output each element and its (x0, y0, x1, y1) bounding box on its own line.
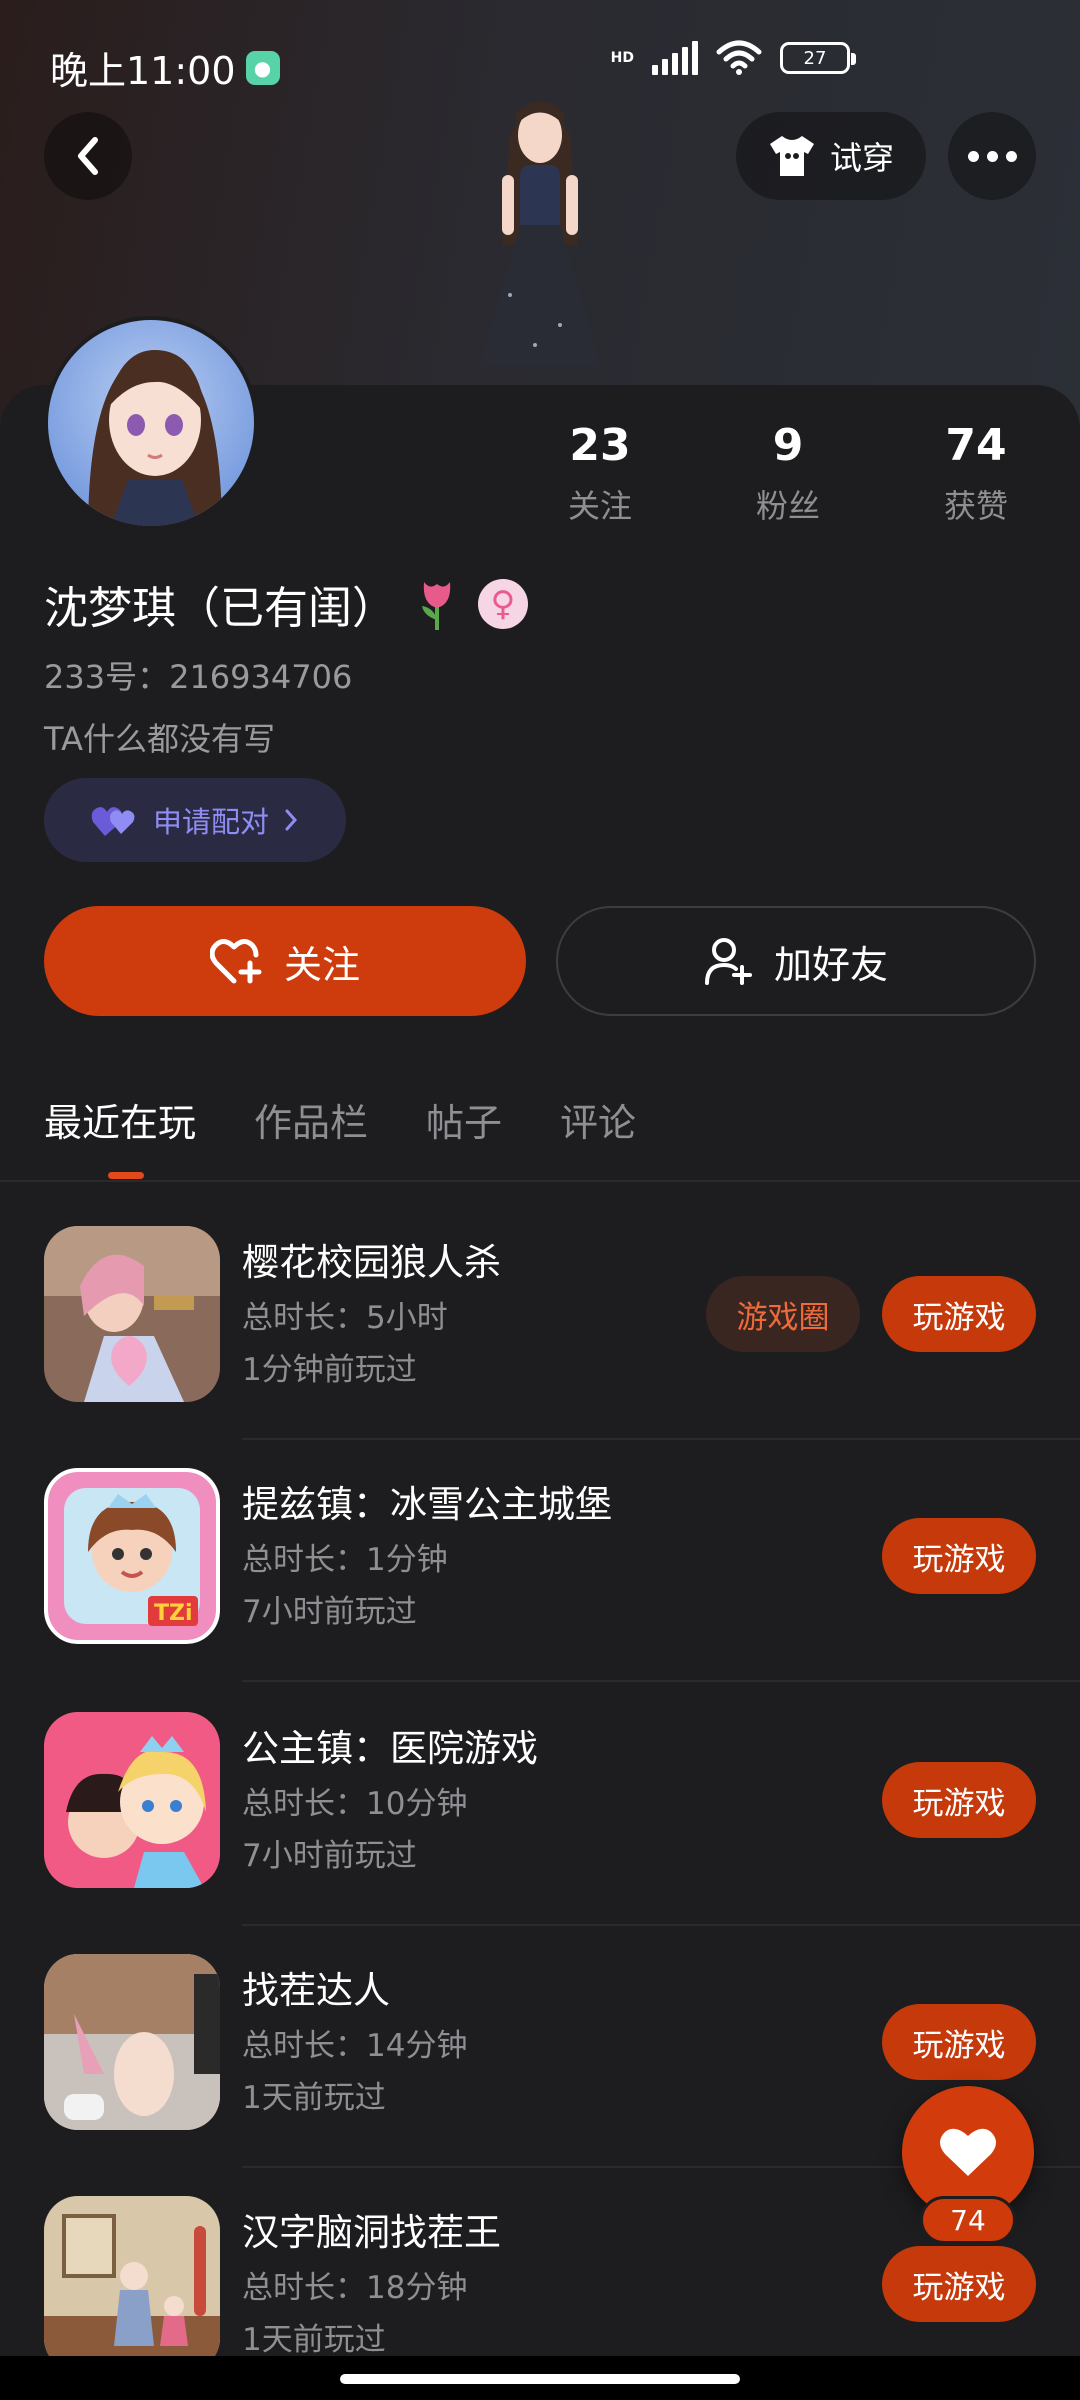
game-thumbnail (44, 1954, 220, 2130)
signal-icon (652, 41, 698, 75)
game-duration: 总时长：1分钟 (242, 1542, 448, 1578)
game-last-played: 7小时前玩过 (242, 1838, 417, 1874)
play-game-button[interactable]: 玩游戏 (882, 2004, 1036, 2080)
game-thumbnail (44, 1712, 220, 1888)
heart-plus-icon (209, 939, 262, 984)
profile-name: 沈梦琪（已有闺） (44, 583, 396, 634)
status-time-text: 晚上11:00 (50, 49, 236, 93)
list-separator (242, 1438, 1080, 1440)
game-thumbnail: TZi (44, 1468, 220, 1644)
tshirt-icon (769, 136, 814, 176)
game-duration: 总时长：10分钟 (242, 1786, 468, 1822)
game-last-played: 7小时前玩过 (242, 1594, 417, 1630)
game-title: 公主镇：医院游戏 (242, 1727, 538, 1770)
try-on-label: 试穿 (829, 139, 894, 177)
follow-button[interactable]: 关注 (44, 906, 526, 1016)
game-duration: 总时长：18分钟 (242, 2270, 468, 2306)
stat-likes-label: 获赞 (943, 487, 1008, 525)
stat-followers-label: 粉丝 (755, 487, 820, 525)
profile-tabs: 最近在玩 作品栏 帖子 评论 (44, 1092, 636, 1179)
add-friend-label: 加好友 (773, 942, 888, 987)
tab-works[interactable]: 作品栏 (254, 1092, 368, 1147)
add-friend-button[interactable]: 加好友 (556, 906, 1036, 1016)
notification-app-icon: ● (245, 50, 280, 85)
profile-avatar[interactable] (44, 316, 258, 530)
game-title: 找茬达人 (242, 1969, 390, 2012)
game-circle-button[interactable]: 游戏圈 (706, 1276, 860, 1352)
like-count-badge: 74 (920, 2196, 1016, 2244)
follow-label: 关注 (283, 942, 360, 987)
play-game-button[interactable]: 玩游戏 (882, 1762, 1036, 1838)
tab-comments[interactable]: 评论 (560, 1092, 636, 1147)
home-indicator[interactable] (340, 2374, 740, 2384)
tab-divider (0, 1180, 1080, 1182)
stat-likes-count: 74 (945, 420, 1007, 471)
game-list-item[interactable]: TZi 提兹镇：冰雪公主城堡 总时长：1分钟 7小时前玩过 玩游戏 (0, 1468, 1080, 1710)
battery-level: 27 (803, 47, 827, 69)
tab-recently-played[interactable]: 最近在玩 (44, 1092, 196, 1179)
list-separator (242, 1924, 1080, 1926)
profile-bio: TA什么都没有写 (44, 720, 275, 758)
profile-name-row: 沈梦琪（已有闺） ♀ (44, 572, 528, 636)
apply-pair-label: 申请配对 (152, 805, 269, 839)
profile-uid: 233号：216934706 (44, 658, 353, 696)
play-game-button[interactable]: 玩游戏 (882, 1276, 1036, 1352)
stat-following[interactable]: 23 关注 (520, 420, 680, 527)
more-dots-icon (967, 150, 979, 162)
back-button[interactable] (44, 112, 132, 200)
game-last-played: 1天前玩过 (242, 2322, 386, 2358)
heart-icon (940, 2128, 996, 2176)
list-separator (242, 1680, 1080, 1682)
stat-likes[interactable]: 74 获赞 (896, 420, 1056, 527)
avatar-figure-image (480, 101, 600, 365)
stat-following-count: 23 (569, 420, 631, 471)
try-on-button[interactable]: 试穿 (736, 112, 926, 200)
tulip-icon (422, 582, 451, 630)
stat-following-label: 关注 (567, 487, 632, 525)
chevron-right-icon (285, 809, 298, 831)
game-duration: 总时长：14分钟 (242, 2028, 468, 2064)
game-thumbnail (44, 2196, 220, 2372)
game-last-played: 1天前玩过 (242, 2080, 386, 2116)
wifi-icon (716, 40, 762, 75)
play-game-button[interactable]: 玩游戏 (882, 1518, 1036, 1594)
double-heart-icon (91, 807, 135, 836)
status-icons: HD 27 (610, 40, 856, 76)
game-list-item[interactable]: 樱花校园狼人杀 总时长：5小时 1分钟前玩过 游戏圈 玩游戏 (0, 1226, 1080, 1468)
game-title: 提兹镇：冰雪公主城堡 (242, 1483, 612, 1526)
more-options-button[interactable] (948, 112, 1036, 200)
svg-text:TZi: TZi (154, 1601, 193, 1626)
status-time: 晚上11:00 ● (50, 40, 280, 95)
tab-posts[interactable]: 帖子 (426, 1092, 502, 1147)
game-last-played: 1分钟前玩过 (242, 1352, 417, 1388)
play-game-button[interactable]: 玩游戏 (882, 2246, 1036, 2322)
add-user-icon (704, 938, 752, 985)
game-list-item[interactable]: 公主镇：医院游戏 总时长：10分钟 7小时前玩过 玩游戏 (0, 1712, 1080, 1954)
avatar-portrait-image (88, 350, 222, 526)
hd-network-label: HD (610, 50, 634, 66)
game-title: 樱花校园狼人杀 (242, 1241, 501, 1284)
battery-icon: 27 (780, 42, 856, 74)
stat-followers-count: 9 (772, 420, 804, 471)
chevron-left-icon (78, 137, 98, 175)
game-thumbnail (44, 1226, 220, 1402)
game-duration: 总时长：5小时 (242, 1300, 448, 1336)
stat-followers[interactable]: 9 粉丝 (708, 420, 868, 527)
apply-pair-button[interactable]: 申请配对 (44, 778, 346, 862)
game-title: 汉字脑洞找茬王 (242, 2211, 501, 2254)
female-gender-icon: ♀ (478, 579, 528, 629)
